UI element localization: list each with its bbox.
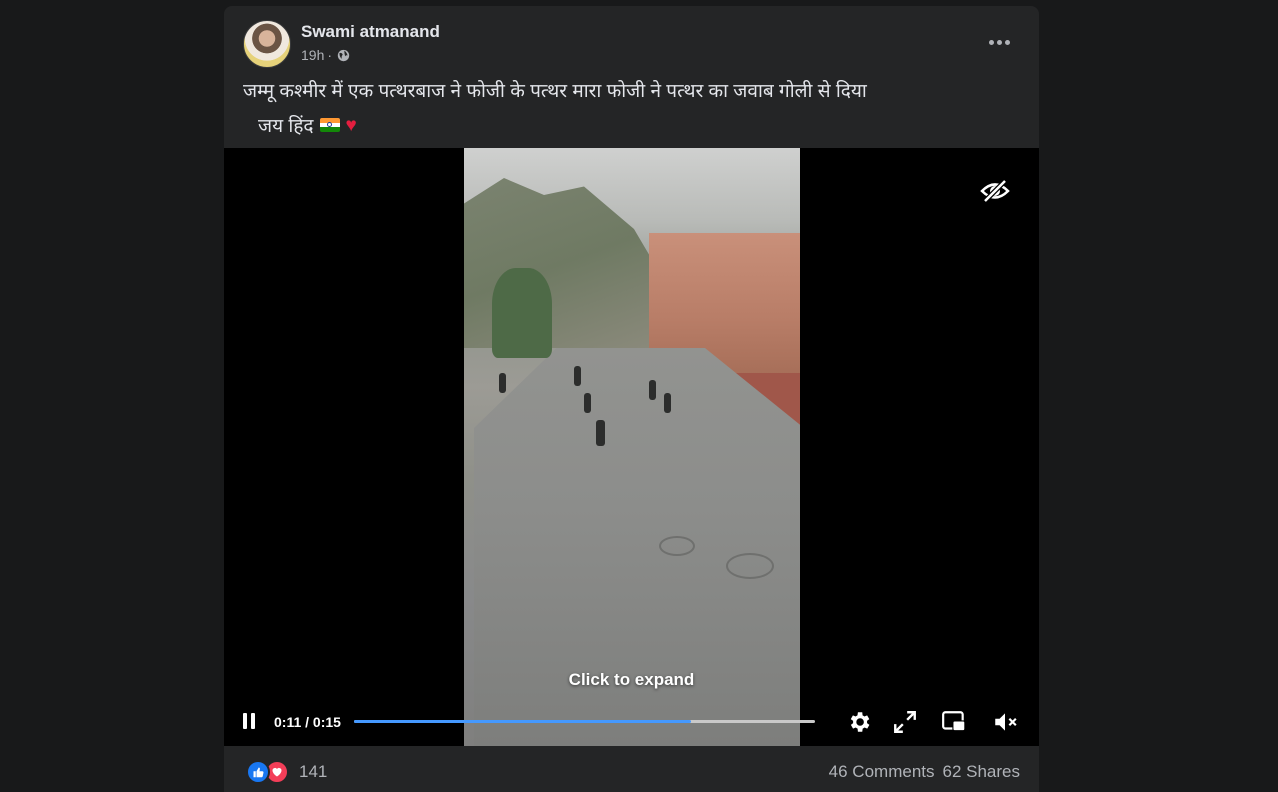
pause-button[interactable]	[240, 711, 260, 733]
shares-count[interactable]: 62 Shares	[943, 762, 1021, 782]
post-time[interactable]: 19h	[301, 47, 324, 63]
video-player[interactable]: Click to expand 0:11 / 0:15	[224, 148, 1039, 746]
pause-icon	[243, 713, 247, 729]
red-heart-emoji: ♥	[345, 114, 357, 136]
comments-count[interactable]: 46 Comments	[829, 762, 935, 782]
author-avatar[interactable]	[243, 20, 291, 68]
post-text-line-2: जय हिंद ♥	[258, 112, 357, 138]
click-to-expand-label[interactable]: Click to expand	[224, 670, 1039, 690]
more-options-button[interactable]	[981, 28, 1017, 56]
video-frame[interactable]	[464, 148, 800, 746]
post-footer: 141 46 Comments 62 Shares	[224, 746, 1039, 792]
post-card: Swami atmanand 19h · जम्मू कश्मीर में एक…	[224, 6, 1039, 792]
meta-separator: ·	[327, 47, 333, 63]
post-text-line-1: जम्मू कश्मीर में एक पत्थरबाज ने फोजी के …	[243, 81, 867, 102]
muted-volume-icon[interactable]	[992, 709, 1018, 735]
video-progress-bar[interactable]	[354, 720, 815, 723]
fullscreen-icon[interactable]	[892, 709, 918, 735]
like-reaction-icon	[246, 760, 270, 784]
eye-slash-icon[interactable]	[979, 178, 1011, 204]
indian-flag-emoji	[319, 118, 340, 132]
globe-icon	[337, 49, 350, 61]
engagement-stats: 46 Comments 62 Shares	[829, 762, 1020, 782]
author-name[interactable]: Swami atmanand	[301, 22, 440, 42]
post-meta: 19h ·	[301, 47, 350, 63]
video-controls: 0:11 / 0:15	[224, 700, 1039, 744]
reaction-count[interactable]: 141	[299, 762, 327, 782]
video-time: 0:11 / 0:15	[274, 714, 341, 730]
video-progress-fill	[354, 720, 691, 723]
settings-icon[interactable]	[846, 709, 872, 735]
more-options-icon	[988, 39, 994, 45]
post-text-jai-hind: जय हिंद	[258, 116, 314, 137]
picture-in-picture-icon[interactable]	[941, 709, 967, 735]
reactions-summary[interactable]	[246, 760, 289, 784]
